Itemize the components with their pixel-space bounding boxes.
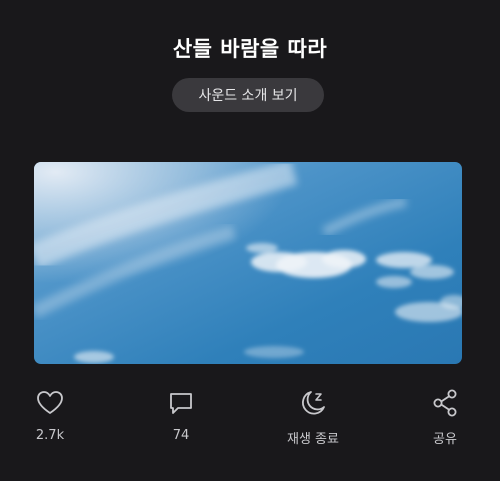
- share-icon: [433, 389, 457, 417]
- sound-detail-screen: 산들 바람을 따라 사운드 소개 보기 2.7k 74 재생 종료 공유: [0, 0, 500, 481]
- sound-intro-button[interactable]: 사운드 소개 보기: [172, 78, 324, 112]
- share-label: 공유: [433, 432, 457, 447]
- moon-zz-icon: [302, 391, 325, 415]
- action-bar: 2.7k 74 재생 종료 공유: [0, 388, 500, 458]
- comment-count: 74: [172, 428, 190, 443]
- page-title: 산들 바람을 따라: [172, 37, 328, 61]
- comment-button[interactable]: 74: [136, 388, 226, 452]
- sky-clouds-image: [34, 162, 462, 364]
- like-button[interactable]: 2.7k: [5, 388, 95, 452]
- sleep-timer-label: 재생 종료: [287, 432, 339, 447]
- like-count: 2.7k: [35, 428, 65, 443]
- cover-image: [34, 162, 462, 364]
- comment-icon: [170, 393, 192, 414]
- heart-icon: [37, 391, 63, 414]
- share-button[interactable]: 공유: [400, 388, 490, 452]
- sleep-timer-button[interactable]: 재생 종료: [268, 388, 358, 452]
